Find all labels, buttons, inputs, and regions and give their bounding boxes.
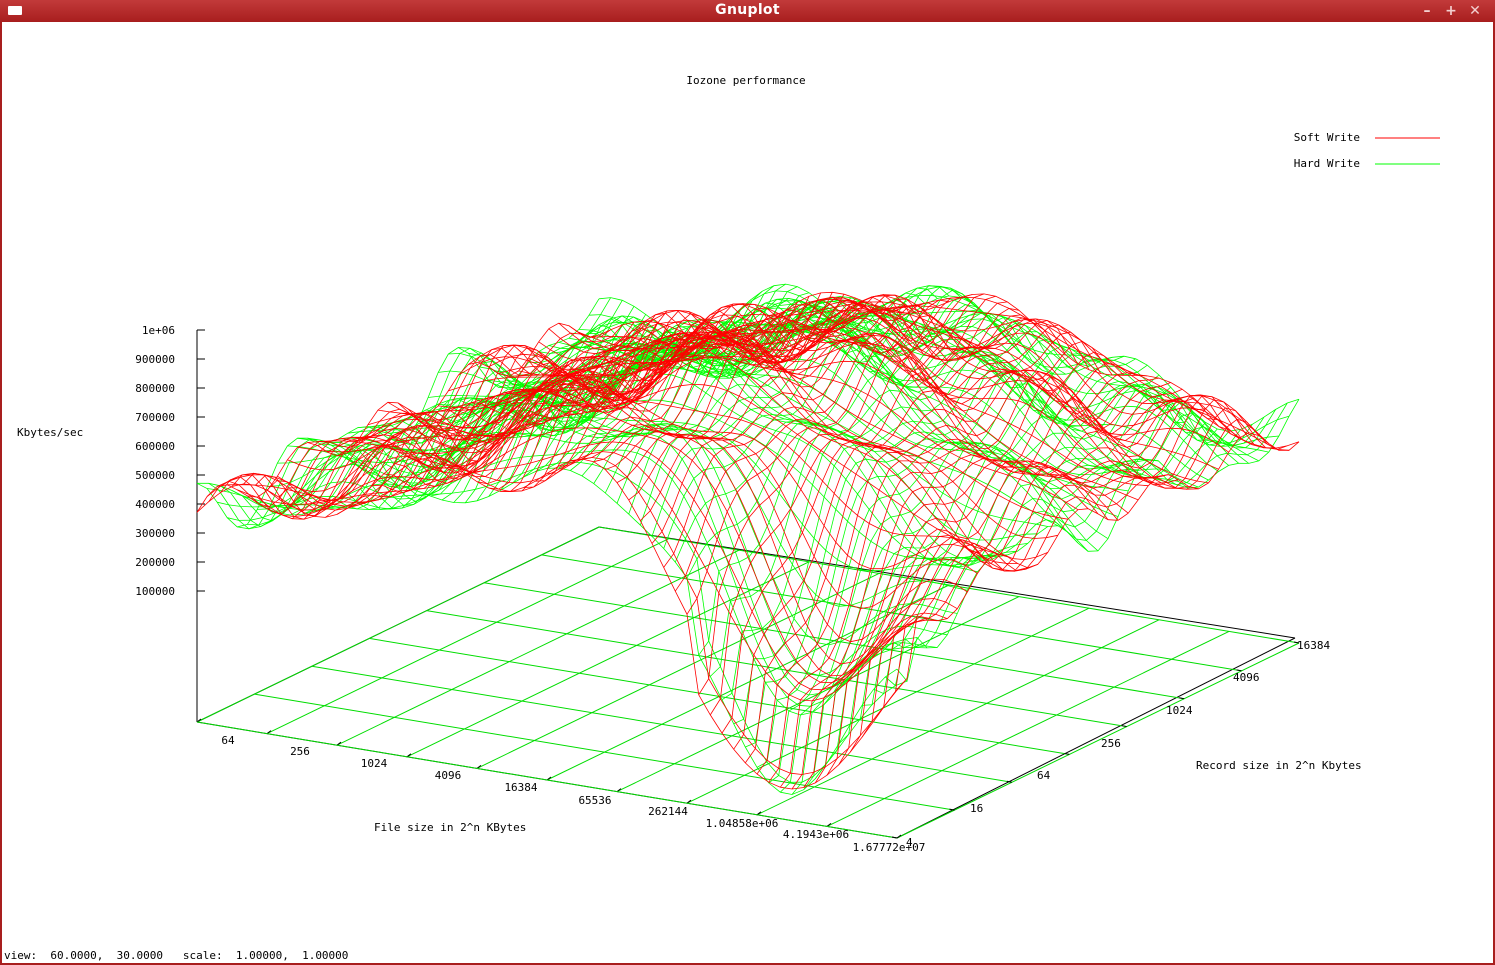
surface-mesh-line	[216, 451, 918, 702]
status-bar: view: 60.0000, 30.0000 scale: 1.00000, 1…	[4, 949, 348, 962]
floor-grid-line	[196, 721, 898, 839]
window-border-left	[0, 22, 2, 965]
plot-canvas[interactable]: Iozone performance Soft Write Hard Write…	[0, 0, 1495, 965]
x-tick-label: 65536	[578, 794, 611, 807]
gnuplot-window: Gnuplot – + ✕ Iozone performance Soft Wr…	[0, 0, 1495, 965]
x-tick-label: 64	[221, 734, 235, 747]
z-tick-label: 400000	[135, 498, 175, 511]
y-tick-label: 16384	[1297, 639, 1330, 652]
z-tick-label: 1e+06	[142, 324, 175, 337]
surface-mesh-line	[861, 399, 1265, 738]
x-tick-label: 1024	[361, 757, 388, 770]
surface-mesh-line	[873, 409, 1277, 695]
back-right-axis-line	[598, 526, 1296, 639]
x-tick-label: 1.67772e+07	[853, 841, 926, 854]
scale-values: 1.00000, 1.00000	[235, 949, 349, 962]
z-tick-label: 200000	[135, 556, 175, 569]
x-tick-labels: 64 256 1024 4096 16384 65536 262144 1.04…	[221, 734, 925, 854]
z-tick-label: 700000	[135, 411, 175, 424]
floor-grid-line	[254, 693, 955, 811]
view-label: view:	[4, 949, 38, 962]
y-tick-mark	[1064, 752, 1070, 755]
view-values: 60.0000, 30.0000	[50, 949, 163, 962]
x-tick-label: 16384	[504, 781, 537, 794]
y-tick-label: 16	[970, 802, 983, 815]
surface-mesh-line	[307, 383, 1008, 558]
floor-grid-line	[311, 665, 1012, 783]
x-tick-label: 262144	[648, 805, 688, 818]
y-tick-label: 4	[906, 836, 913, 849]
chart-title: Iozone performance	[686, 74, 805, 87]
legend-label-hard-write: Hard Write	[1294, 157, 1360, 170]
surface-mesh-line	[721, 351, 1125, 734]
y-tick-mark	[891, 836, 898, 839]
y-tick-label: 1024	[1166, 704, 1193, 717]
surface-soft-write	[196, 291, 1300, 790]
surface-mesh-line	[850, 412, 1253, 725]
legend-label-soft-write: Soft Write	[1294, 131, 1360, 144]
y-tick-label: 4096	[1233, 671, 1260, 684]
y-axis-label: Record size in 2^n Kbytes	[1196, 759, 1362, 772]
surface-mesh	[196, 283, 1300, 795]
z-tick-label: 300000	[135, 527, 175, 540]
z-tick-labels: 1e+06 900000 800000 700000 600000 500000…	[135, 324, 175, 598]
surface-mesh-line	[287, 399, 988, 562]
z-tick-label: 800000	[135, 382, 175, 395]
z-tick-label: 500000	[135, 469, 175, 482]
x-axis-label: File size in 2^n KBytes	[374, 821, 526, 834]
scale-label: scale:	[182, 949, 223, 962]
surface-mesh-line	[791, 397, 1195, 790]
x-tick-label: 4096	[435, 769, 462, 782]
y-axis-line	[896, 637, 1296, 839]
y-tick-label: 256	[1101, 737, 1121, 750]
z-tick-label: 900000	[135, 353, 175, 366]
y-tick-mark	[1179, 697, 1185, 700]
z-axis-label: Kbytes/sec	[17, 426, 83, 439]
z-tick-label: 600000	[135, 440, 175, 453]
surface-mesh-line	[217, 449, 918, 716]
legend: Soft Write Hard Write	[1294, 131, 1440, 170]
x-tick-label: 256	[290, 745, 310, 758]
x-tick-label: 1.04858e+06	[706, 817, 779, 830]
surface-hard-write	[196, 283, 1300, 795]
x-tick-label: 4.1943e+06	[783, 828, 849, 841]
y-tick-mark	[1121, 725, 1127, 728]
y-tick-label: 64	[1037, 769, 1051, 782]
surface-mesh-line	[710, 350, 1113, 677]
z-tick-label: 100000	[135, 585, 175, 598]
y-tick-labels: 4 16 64 256 1024 4096 16384	[906, 639, 1330, 849]
